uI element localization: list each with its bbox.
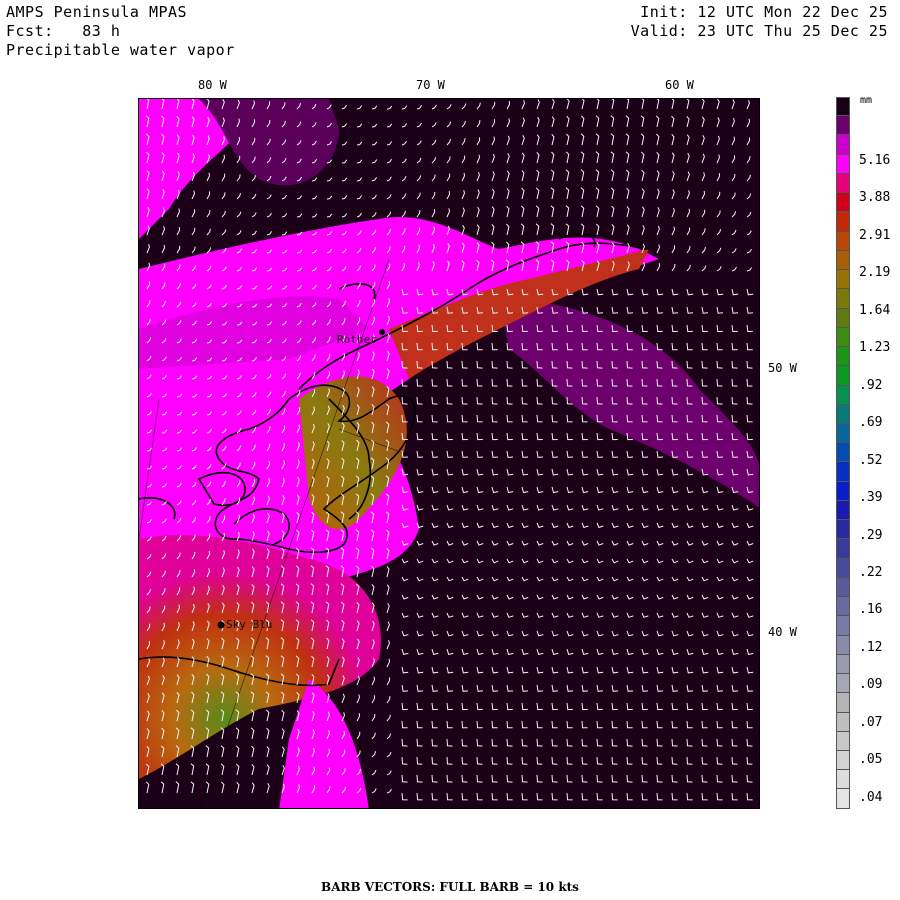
station-skyblu-marker [217,621,225,629]
lon-label-80w: 80 W [198,78,227,92]
station-rothera-marker [379,329,385,335]
colorbar-swatch [836,462,850,482]
colorbar-tick-label: 1.23 [859,340,891,356]
colorbar-swatch [836,770,850,790]
colorbar-tick-label: .07 [859,714,883,730]
colorbar-swatch [836,616,850,636]
valid-time: Valid: 23 UTC Thu 25 Dec 25 [630,22,888,40]
colorbar-tick-label: .92 [859,377,883,393]
colorbar-tick-label: .22 [859,564,883,580]
colorbar-tick-label: .39 [859,490,883,506]
colorbar-swatch [836,443,850,463]
colorbar-swatch [836,193,850,213]
colorbar-swatch [836,404,850,424]
colorbar-tick-label: .04 [859,789,883,805]
colorbar-tick-label: 5.16 [859,153,891,168]
colorbar-tick-label: .52 [859,452,883,468]
colorbar-swatch [836,674,850,694]
lon-label-50w: 50 W [768,361,797,375]
colorbar-swatch [836,250,850,271]
colorbar-swatch [836,712,850,732]
colorbar-tick-label: 2.19 [859,265,891,281]
init-time: Init: 12 UTC Mon 22 Dec 25 [640,3,888,21]
colorbar-tick-label: 2.91 [859,227,891,243]
colorbar-swatch [836,308,850,328]
colorbar-tick-label: 1.64 [859,302,891,318]
header-left: AMPS Peninsula MPAS Fcst: 83 h Precipita… [6,3,235,60]
colorbar-swatch [836,385,850,405]
place-label-skyblu: Sky Blu [226,618,273,631]
colorbar-swatch [836,500,850,521]
colorbar-swatch [836,366,850,386]
colorbar-swatch [836,135,850,155]
colorbar-swatch [836,558,850,578]
place-label-rothera: Rother [337,333,377,346]
colorbar-swatch [836,173,850,194]
colorbar-swatch [836,347,850,367]
colorbar-swatch [836,597,850,617]
pwv-field-map [139,99,759,808]
lon-label-60w: 60 W [665,78,694,92]
colorbar-swatch [836,520,850,540]
colorbar-swatch [836,423,850,444]
colorbar-swatch [836,481,850,501]
colorbar-swatch [836,654,850,675]
colorbar-swatch [836,635,850,655]
colorbar [836,97,850,809]
colorbar-swatch [836,289,850,309]
colorbar-tick-label: .69 [859,415,883,431]
colorbar-tick-label: .05 [859,752,883,768]
colorbar-swatch [836,231,850,251]
lon-label-70w: 70 W [416,78,445,92]
colorbar-swatch [836,731,850,751]
colorbar-tick-label: .16 [859,602,883,618]
lon-label-40w: 40 W [768,625,797,639]
map-panel: Rother Sky Blu [138,98,760,809]
colorbar-tick-label: .09 [859,677,883,693]
map-title: AMPS Peninsula MPAS [6,3,188,21]
colorbar-swatch [836,154,850,174]
header-right: Init: 12 UTC Mon 22 Dec 25 Valid: 23 UTC… [631,3,888,41]
colorbar-swatch [836,539,850,559]
colorbar-swatch [836,116,850,136]
colorbar-tick-label: 3.88 [859,190,891,206]
colorbar-tick-label: .29 [859,527,883,543]
colorbar-swatch [836,270,850,290]
colorbar-swatch [836,327,850,348]
colorbar-swatch [836,97,850,117]
variable-name: Precipitable water vapor [6,41,235,59]
colorbar-swatch [836,693,850,713]
forecast-hour: Fcst: 83 h [6,22,121,40]
legend-unit: mm [860,95,873,106]
colorbar-tick-label: .12 [859,639,883,655]
colorbar-swatch [836,577,850,598]
barb-vector-note: BARB VECTORS: FULL BARB = 10 kts [321,880,579,894]
colorbar-swatch [836,212,850,232]
colorbar-swatch [836,789,850,809]
colorbar-swatch [836,750,850,771]
